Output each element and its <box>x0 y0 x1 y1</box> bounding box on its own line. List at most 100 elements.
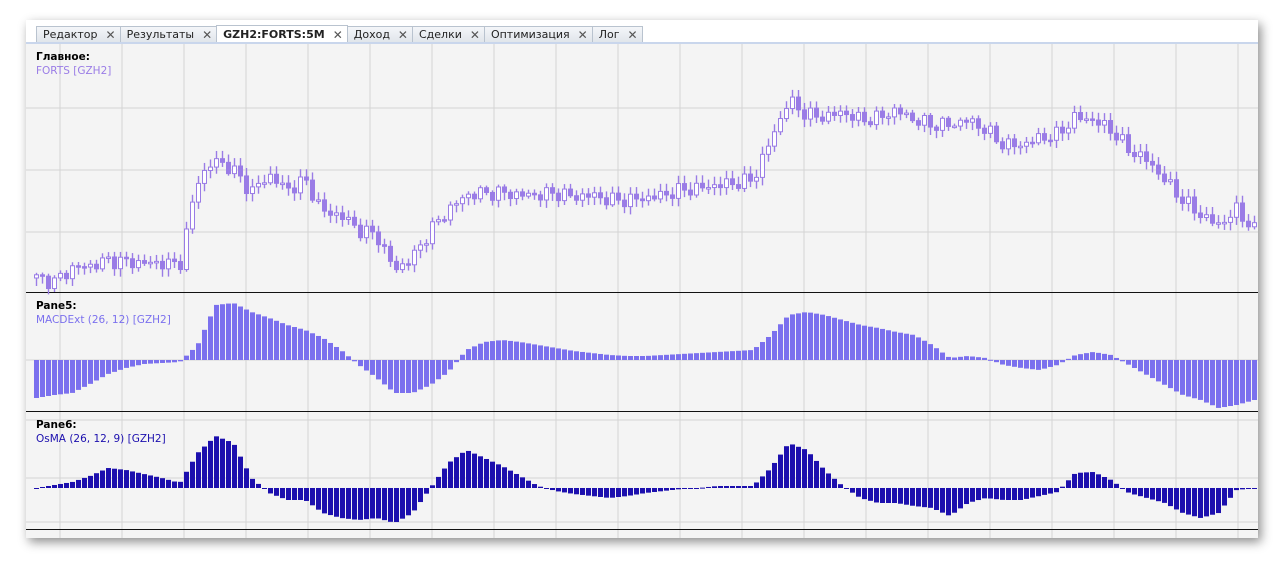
tab-1[interactable]: Результаты ✕ <box>119 26 218 43</box>
osma-bar <box>460 452 465 488</box>
candle <box>526 192 531 197</box>
osma-bar <box>712 486 717 488</box>
macd-bar <box>1114 357 1119 360</box>
macd-bar <box>1246 360 1251 402</box>
close-icon[interactable]: ✕ <box>398 27 408 43</box>
close-icon[interactable]: ✕ <box>202 27 212 43</box>
macd-bar <box>1120 360 1125 362</box>
osma-bar <box>52 484 57 488</box>
candle <box>322 199 327 212</box>
candle <box>1048 139 1053 143</box>
candle <box>940 117 945 131</box>
macd-bar <box>676 354 681 360</box>
candle <box>712 184 717 189</box>
close-icon[interactable]: ✕ <box>470 27 480 43</box>
candle <box>214 158 219 168</box>
macd-bar <box>286 325 291 360</box>
candle <box>1144 151 1149 162</box>
tab-4[interactable]: Сделки ✕ <box>411 26 485 43</box>
candle <box>640 198 645 202</box>
macd-bar <box>508 340 513 360</box>
tab-5[interactable]: Оптимизация ✕ <box>483 26 593 43</box>
osma-bar <box>178 481 183 488</box>
osma-bar <box>1240 488 1245 490</box>
candle <box>160 260 165 270</box>
candle <box>478 187 483 200</box>
candle <box>1030 141 1035 145</box>
osma-bar <box>190 461 195 488</box>
candle <box>916 120 921 126</box>
osma-bar <box>346 488 351 519</box>
tab-6[interactable]: Лог ✕ <box>591 26 643 43</box>
macd-bar <box>316 335 321 360</box>
candle <box>814 107 819 118</box>
macd-bar <box>1144 360 1149 375</box>
osma-bar <box>1006 488 1011 500</box>
osma-bar <box>412 488 417 511</box>
osma-bar <box>136 472 141 488</box>
osma-bar <box>1036 488 1041 497</box>
candle <box>634 193 639 200</box>
close-icon[interactable]: ✕ <box>333 27 343 43</box>
osma-bar <box>856 488 861 497</box>
osma-bar <box>736 486 741 488</box>
close-icon[interactable]: ✕ <box>106 27 116 43</box>
candle <box>628 193 633 208</box>
macd-bar <box>394 360 399 393</box>
osma-bar <box>154 476 159 488</box>
macd-bar <box>1096 352 1101 360</box>
candle <box>520 191 525 197</box>
candle <box>1006 138 1011 150</box>
macd-bar <box>1078 354 1083 360</box>
osma-bar <box>580 488 585 495</box>
macd-bar <box>1234 360 1239 406</box>
candle <box>1018 145 1023 149</box>
candle <box>454 203 459 206</box>
osma-bar <box>778 454 783 488</box>
osma-bar <box>592 488 597 497</box>
macd-bar <box>568 350 573 360</box>
osma-bar <box>1150 488 1155 500</box>
candle <box>64 272 69 280</box>
candle <box>376 231 381 246</box>
osma-bar <box>634 488 639 495</box>
osma-bar <box>100 470 105 488</box>
tab-3[interactable]: Доход ✕ <box>346 26 413 43</box>
chart-svg[interactable] <box>26 44 1258 538</box>
macd-bar <box>1180 360 1185 395</box>
osma-bar <box>598 488 603 497</box>
macd-bar <box>514 341 519 360</box>
tab-2[interactable]: GZH2:FORTS:5M ✕ <box>216 25 348 43</box>
macd-bar <box>262 316 267 360</box>
macd-bar <box>1102 353 1107 360</box>
candle <box>1210 214 1215 224</box>
chart-area[interactable]: Главное: FORTS [GZH2] Pane5: MACDExt (26… <box>26 44 1258 538</box>
tab-0[interactable]: Редактор ✕ <box>36 26 121 43</box>
macd-bar <box>466 349 471 360</box>
osma-bar <box>310 488 315 506</box>
candle <box>730 178 735 186</box>
candle <box>232 165 237 175</box>
macd-bar <box>610 355 615 360</box>
osma-bar <box>940 488 945 513</box>
candle <box>352 216 357 226</box>
osma-bar <box>280 488 285 499</box>
candle <box>1192 196 1197 214</box>
close-icon[interactable]: ✕ <box>578 27 588 43</box>
candle <box>826 111 831 122</box>
macd-bar <box>94 360 99 381</box>
osma-bar <box>760 476 765 488</box>
candle <box>736 184 741 189</box>
candle <box>508 191 513 200</box>
macd-bar <box>1042 360 1047 369</box>
candle <box>496 186 501 201</box>
macd-bar <box>166 360 171 363</box>
candle <box>436 219 441 223</box>
osma-bar <box>706 486 711 488</box>
close-icon[interactable]: ✕ <box>627 27 637 43</box>
osma-bar <box>358 488 363 520</box>
macd-bar <box>256 314 261 360</box>
candle <box>538 194 543 201</box>
macd-bar <box>1162 360 1167 385</box>
macd-bar <box>274 320 279 360</box>
